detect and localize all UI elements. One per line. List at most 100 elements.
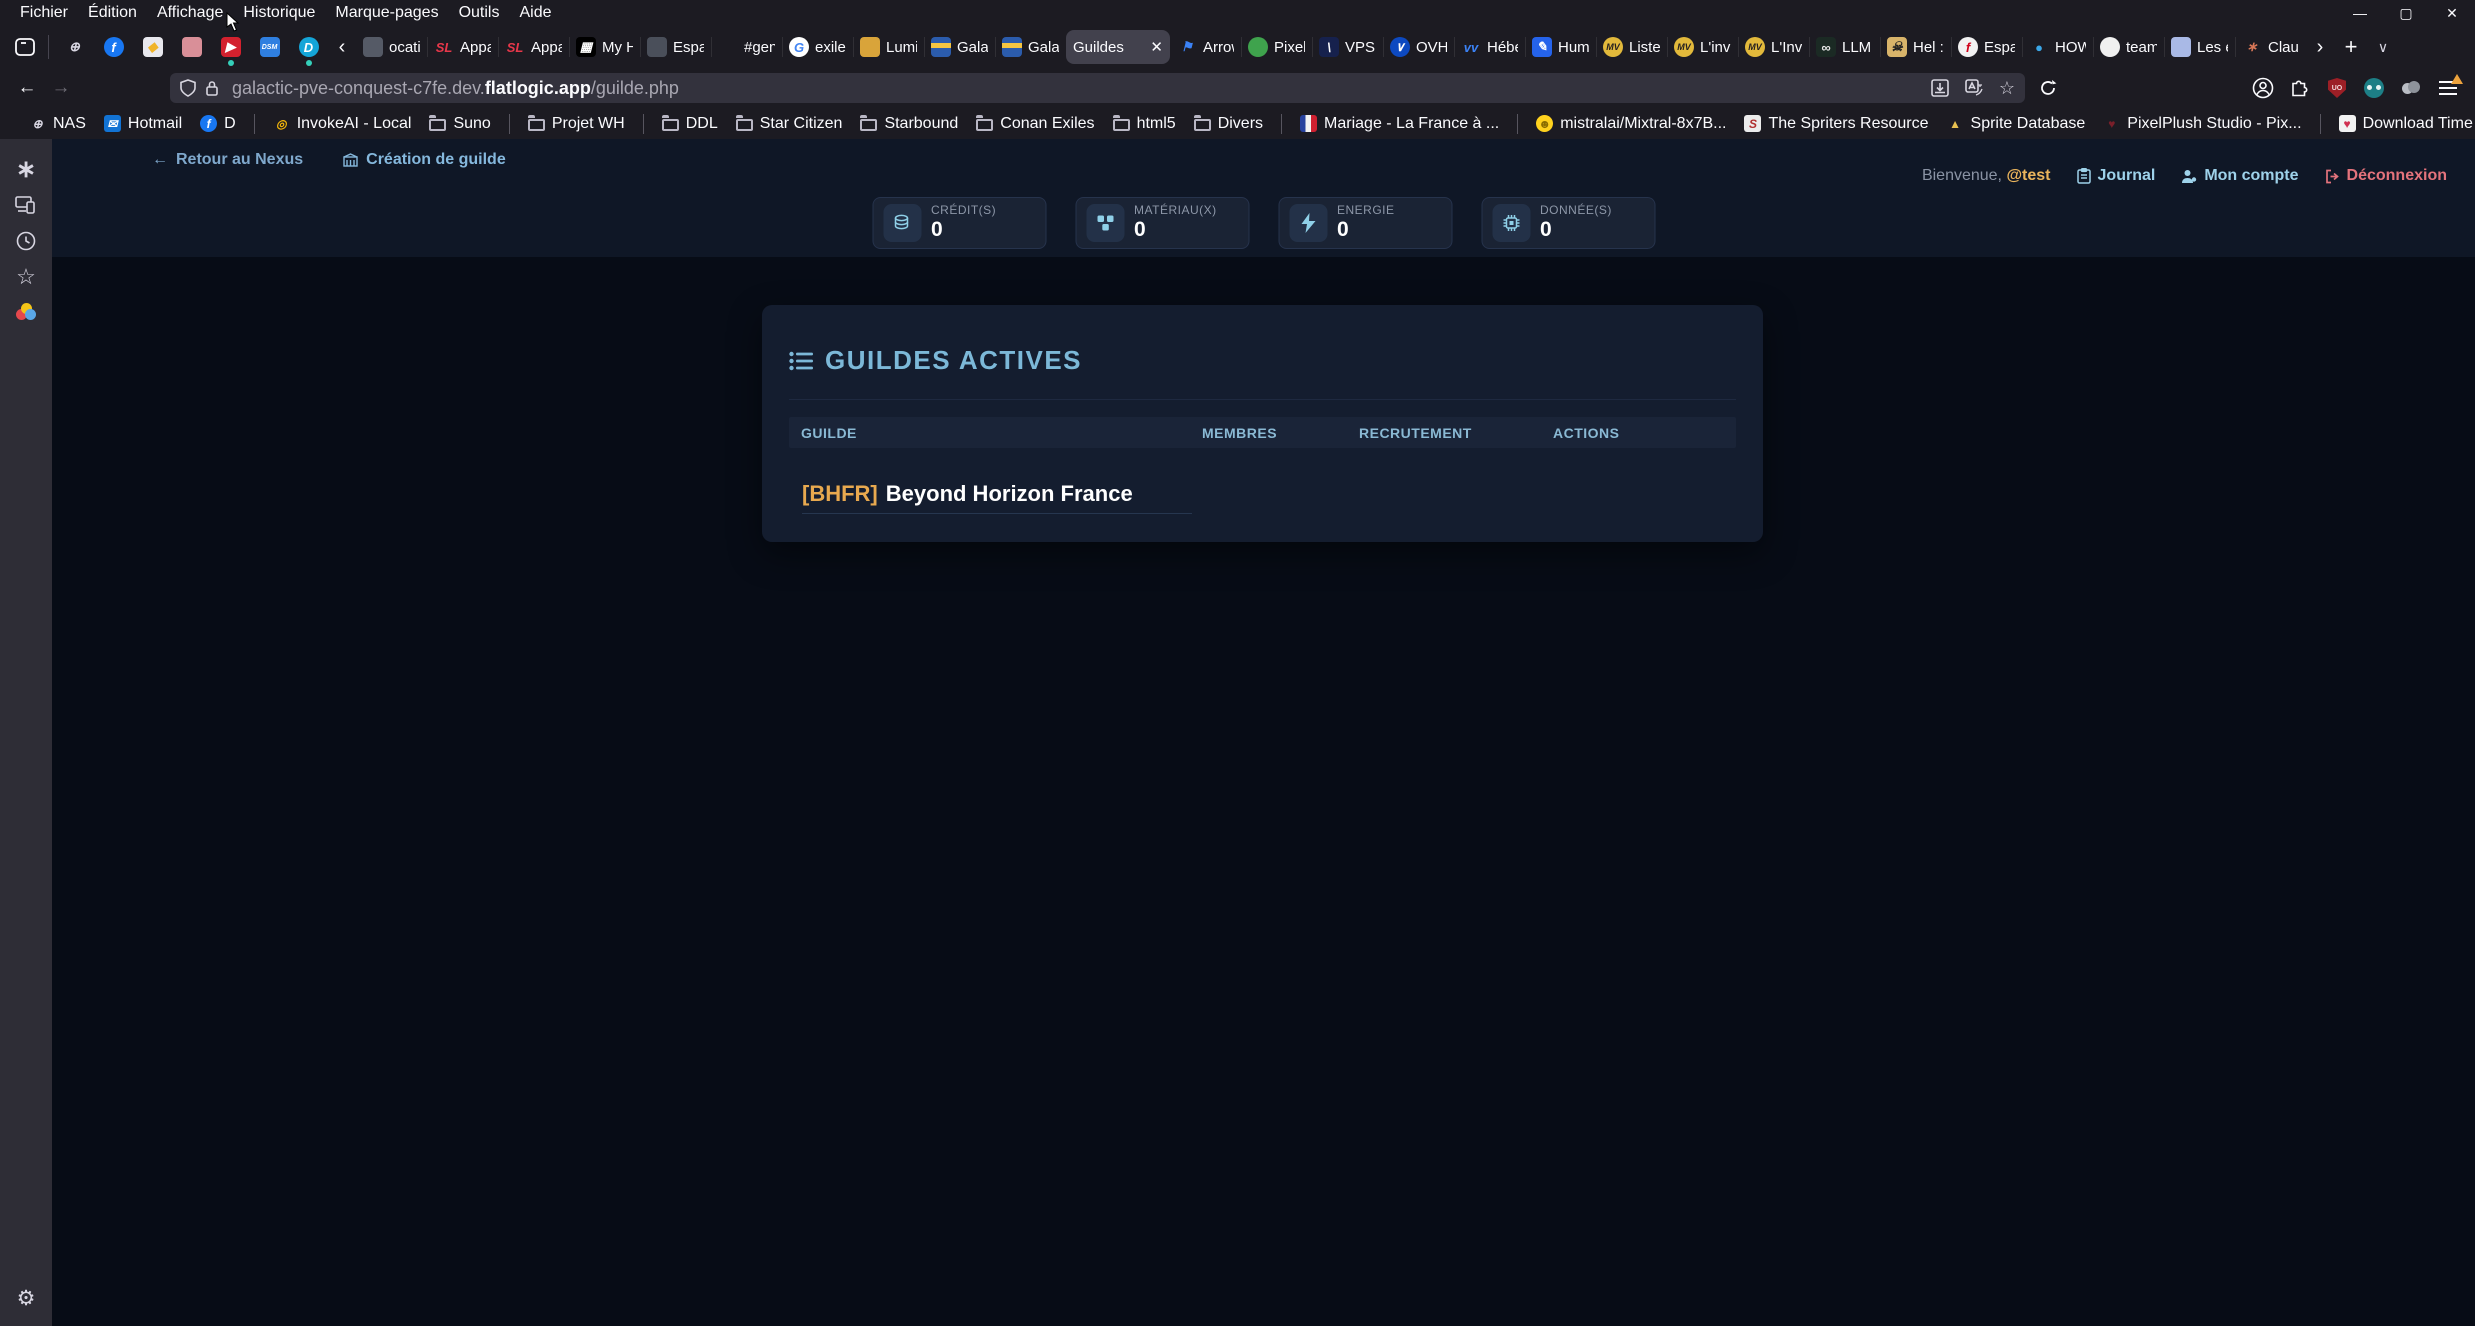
bookmark-item[interactable]: html5	[1104, 115, 1185, 133]
bookmark-item[interactable]: ☻ mistralai/Mixtral-8x7B...	[1527, 115, 1735, 133]
back-button[interactable]: ←	[10, 71, 44, 105]
tab[interactable]: ✎ Humili	[1525, 27, 1596, 67]
tab[interactable]: ∨ OVHcl	[1383, 27, 1454, 67]
new-tab-button[interactable]: +	[2334, 34, 2368, 60]
bookmark-item[interactable]: ◎ InvokeAI - Local	[264, 115, 421, 133]
bookmark-item[interactable]: ⊕ NAS	[20, 115, 95, 133]
tab[interactable]: ☠ Hel : D	[1880, 27, 1951, 67]
bookmark-item[interactable]: Conan Exiles	[967, 115, 1103, 133]
pinned-tab[interactable]: ▶	[211, 27, 250, 67]
bookmark-item[interactable]	[1517, 114, 1518, 134]
menu-item[interactable]: Outils	[449, 2, 510, 24]
colors-extension-icon[interactable]	[8, 295, 44, 331]
bookmark-item[interactable]: f D	[191, 115, 245, 133]
maximize-button[interactable]: ▢	[2383, 0, 2429, 26]
bookmark-star-icon[interactable]: ☆	[1999, 78, 2015, 99]
bookmark-item[interactable]	[254, 114, 255, 134]
tab[interactable]: vv Héber	[1454, 27, 1525, 67]
create-guild-link[interactable]: Création de guilde	[343, 151, 506, 169]
tab[interactable]: Les éto	[2164, 27, 2235, 67]
tab[interactable]: G exile.f	[782, 27, 853, 67]
tab-active-guildes[interactable]: Guildes ✕	[1066, 30, 1170, 64]
tab[interactable]: MV L'invas	[1667, 27, 1738, 67]
bookmark-item[interactable]	[2320, 114, 2321, 134]
url-bar[interactable]: galactic-pve-conquest-c7fe.dev.flatlogic…	[170, 73, 2025, 103]
close-button[interactable]: ✕	[2429, 0, 2475, 26]
bookmark-item[interactable]: DDL	[653, 115, 727, 133]
lock-icon[interactable]	[205, 80, 219, 97]
menu-item[interactable]: Fichier	[10, 2, 78, 24]
logout-link[interactable]: Déconnexion	[2325, 167, 2447, 185]
tab[interactable]: Galact	[995, 27, 1066, 67]
tab[interactable]: f Espace	[1951, 27, 2022, 67]
bookmark-item[interactable]: Suno	[420, 115, 499, 133]
bookmark-item[interactable]: ♥ PixelPlush Studio - Pix...	[2094, 115, 2310, 133]
tab[interactable]: Espace clie	[640, 27, 711, 67]
bookmark-item[interactable]: ♥ Download Time Mana...	[2330, 115, 2475, 133]
tab[interactable]: ● HOW	[2022, 27, 2093, 67]
pinned-tab[interactable]: DSM	[250, 27, 289, 67]
tab-close-icon[interactable]: ✕	[1150, 38, 1163, 56]
scroll-tabs-left-button[interactable]: ‹	[328, 27, 356, 67]
extensions-puzzle-icon[interactable]	[2289, 77, 2311, 99]
reload-icon[interactable]	[2039, 79, 2057, 97]
guild-row[interactable]: [BHFR]Beyond Horizon France	[802, 481, 1133, 507]
tab[interactable]: ∗ Claude	[2235, 27, 2306, 67]
pinned-tab[interactable]: D	[289, 27, 328, 67]
minimize-button[interactable]: —	[2337, 0, 2383, 26]
tab[interactable]: teams	[2093, 27, 2164, 67]
save-page-icon[interactable]	[1931, 79, 1949, 97]
tab[interactable]: ∞ LLM In	[1809, 27, 1880, 67]
bookmark-item[interactable]	[643, 114, 644, 134]
translate-icon[interactable]	[1965, 79, 1983, 97]
tab[interactable]: MV L'Invas	[1738, 27, 1809, 67]
bookmark-item[interactable]: Starbound	[851, 115, 967, 133]
tab[interactable]: Lumiè	[853, 27, 924, 67]
app-menu-icon[interactable]	[2437, 77, 2459, 99]
firefox-view-icon[interactable]	[8, 30, 42, 64]
pinned-tab[interactable]: ⊕	[55, 27, 94, 67]
bookmark-item[interactable]: S The Spriters Resource	[1735, 115, 1937, 133]
scroll-tabs-right-button[interactable]: ›	[2306, 27, 2334, 67]
settings-gear-icon[interactable]: ⚙	[8, 1280, 44, 1316]
menu-item[interactable]: Édition	[78, 2, 147, 24]
tab[interactable]: ⚑ Arrow	[1170, 27, 1241, 67]
tab[interactable]: \ VPS | S	[1312, 27, 1383, 67]
tab[interactable]: MV Liste d	[1596, 27, 1667, 67]
journal-link[interactable]: Journal	[2077, 167, 2156, 185]
pinned-tab[interactable]	[172, 27, 211, 67]
tab[interactable]: Galact	[924, 27, 995, 67]
tracking-shield-icon[interactable]	[180, 79, 196, 97]
menu-item[interactable]: Affichage	[147, 2, 233, 24]
ublock-origin-icon[interactable]: UO	[2326, 77, 2348, 99]
bookmark-item[interactable]	[509, 114, 510, 134]
tab[interactable]: SL Appar	[427, 27, 498, 67]
url-text[interactable]: galactic-pve-conquest-c7fe.dev.flatlogic…	[232, 78, 679, 99]
back-to-nexus-link[interactable]: ← Retour au Nexus	[152, 151, 303, 169]
tab[interactable]: Pixel P	[1241, 27, 1312, 67]
bookmark-item[interactable]: Mariage - La France à ...	[1291, 115, 1508, 133]
bookmark-item[interactable]: ▲ Sprite Database	[1938, 115, 2095, 133]
my-account-link[interactable]: Mon compte	[2181, 167, 2298, 185]
menu-item[interactable]: Marque-pages	[325, 2, 448, 24]
menu-item[interactable]: Aide	[509, 2, 561, 24]
tab[interactable]: #general |	[711, 27, 782, 67]
pinned-tab[interactable]: f	[94, 27, 133, 67]
bookmark-item[interactable]	[1281, 114, 1282, 134]
menu-item[interactable]: Historique	[233, 2, 325, 24]
tab[interactable]: ocati	[356, 27, 427, 67]
pinned-tab[interactable]: ◆	[133, 27, 172, 67]
history-clock-icon[interactable]	[8, 223, 44, 259]
list-all-tabs-button[interactable]: ∨	[2368, 39, 2398, 56]
tab[interactable]: SL Appar	[498, 27, 569, 67]
bookmark-item[interactable]: Star Citizen	[727, 115, 852, 133]
chatgpt-icon[interactable]: ∗	[8, 151, 44, 187]
bookmark-item[interactable]: ✉ Hotmail	[95, 115, 191, 133]
goggles-extension-icon[interactable]	[2363, 77, 2385, 99]
tab[interactable]: ▦ My Ha	[569, 27, 640, 67]
bookmark-item[interactable]: Projet WH	[519, 115, 634, 133]
bookmark-item[interactable]: Divers	[1185, 115, 1272, 133]
synced-tabs-icon[interactable]	[8, 187, 44, 223]
account-icon[interactable]	[2252, 77, 2274, 99]
cloud-extension-icon[interactable]	[2400, 77, 2422, 99]
